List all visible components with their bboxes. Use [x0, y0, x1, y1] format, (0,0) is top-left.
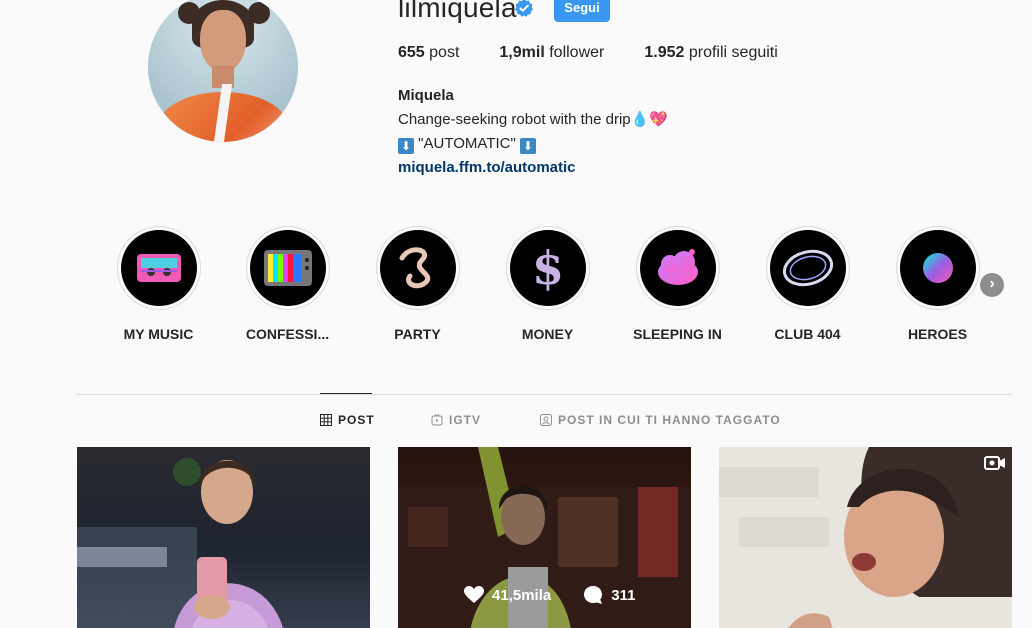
squiggle-icon — [379, 230, 456, 306]
profile-bio: Miquela Change-seeking robot with the dr… — [398, 84, 668, 180]
down-arrow-icon: ⬇ — [519, 138, 536, 154]
verified-badge-icon — [515, 0, 533, 17]
highlight-ring — [895, 226, 980, 310]
bio-line-2: ⬇ "AUTOMATIC" ⬇ — [398, 132, 668, 156]
highlight-label: PARTY — [394, 326, 441, 342]
follow-button[interactable]: Segui — [554, 0, 610, 22]
highlight-label: CONFESSI... — [245, 326, 330, 342]
tabs-divider — [76, 394, 1012, 395]
highlight-confessions[interactable]: CONFESSI... — [225, 226, 350, 342]
posts-count-value: 655 — [398, 44, 425, 61]
highlight-ring — [635, 226, 720, 310]
highlight-ring — [765, 226, 850, 310]
post-likes: 41,5mila — [464, 586, 551, 604]
tab-label: POST IN CUI TI HANNO TAGGATO — [558, 413, 781, 427]
highlight-ring — [116, 226, 201, 310]
post-thumbnail[interactable] — [77, 447, 370, 628]
profile-username: lilmiquela — [398, 0, 517, 23]
profile-avatar[interactable] — [148, 0, 298, 142]
highlight-ring — [245, 226, 330, 310]
cloud-icon — [639, 230, 716, 306]
tv-icon — [249, 230, 326, 306]
highlight-label: MY MUSIC — [123, 326, 194, 342]
post-engagement: 41,5mila 311 — [464, 585, 635, 605]
post-image — [77, 458, 283, 628]
highlight-label: HEROES — [907, 326, 968, 342]
active-tab-indicator — [320, 393, 372, 394]
post-likes-count: 41,5mila — [492, 586, 552, 604]
followers-count[interactable]: 1,9mil follower — [499, 44, 604, 62]
following-count-value: 1.952 — [644, 44, 685, 61]
tab-posts[interactable]: POST — [320, 413, 375, 427]
igtv-icon — [431, 414, 443, 426]
bio-link[interactable]: miquela.ffm.to/automatic — [398, 156, 668, 180]
dollar-icon: $ — [509, 230, 586, 306]
highlight-sleeping-in[interactable]: SLEEPING IN — [615, 226, 740, 342]
highlight-ring: $ — [505, 226, 590, 310]
highlight-party[interactable]: PARTY — [355, 226, 480, 342]
highlight-money[interactable]: $ MONEY — [485, 226, 610, 342]
following-count[interactable]: 1.952 profili seguiti — [644, 44, 777, 62]
profile-full-name: Miquela — [398, 87, 454, 104]
grid-icon — [320, 414, 332, 426]
svg-text:$: $ — [531, 241, 563, 295]
heart-icon — [464, 586, 484, 603]
video-camera-icon — [984, 456, 1005, 470]
highlight-club-404[interactable]: CLUB 404 — [745, 226, 870, 342]
post-image — [719, 447, 1012, 628]
tagged-user-icon — [540, 414, 552, 426]
followers-count-label: follower — [549, 44, 605, 61]
tab-label: IGTV — [449, 413, 482, 427]
followers-count-value: 1,9mil — [499, 44, 545, 61]
post-comments: 311 — [583, 585, 635, 605]
story-highlights: MY MUSIC CONFESSI... PARTY $ MONEY SLEEP… — [96, 226, 996, 356]
tab-label: POST — [338, 413, 375, 427]
post-comments-count: 311 — [611, 586, 636, 604]
highlight-ring — [375, 226, 460, 310]
cassette-icon — [120, 230, 197, 306]
bio-line-2-text: "AUTOMATIC" — [418, 135, 516, 152]
orb-icon — [899, 230, 976, 306]
tab-igtv[interactable]: IGTV — [431, 413, 481, 427]
down-arrow-icon: ⬇ — [398, 138, 414, 154]
posts-count-label: post — [429, 44, 460, 61]
highlight-my-music[interactable]: MY MUSIC — [96, 226, 221, 342]
highlight-label: CLUB 404 — [774, 326, 841, 342]
profile-stats: 655 post 1,9mil follower 1.952 profili s… — [398, 44, 818, 62]
avatar-face — [200, 10, 246, 72]
posts-count: 655 post — [398, 44, 459, 62]
chevron-right-icon[interactable]: › — [980, 273, 1004, 297]
post-thumbnail[interactable] — [719, 447, 1012, 628]
bio-line-1: Change-seeking robot with the drip💧💖 — [398, 111, 668, 128]
ring-icon — [769, 230, 846, 306]
following-count-label: profili seguiti — [688, 44, 778, 61]
highlight-label: SLEEPING IN — [633, 326, 722, 342]
comment-icon — [584, 586, 603, 604]
highlight-label: MONEY — [521, 326, 574, 342]
tab-tagged[interactable]: POST IN CUI TI HANNO TAGGATO — [540, 413, 781, 427]
post-thumbnail[interactable]: 41,5mila 311 — [398, 447, 691, 628]
